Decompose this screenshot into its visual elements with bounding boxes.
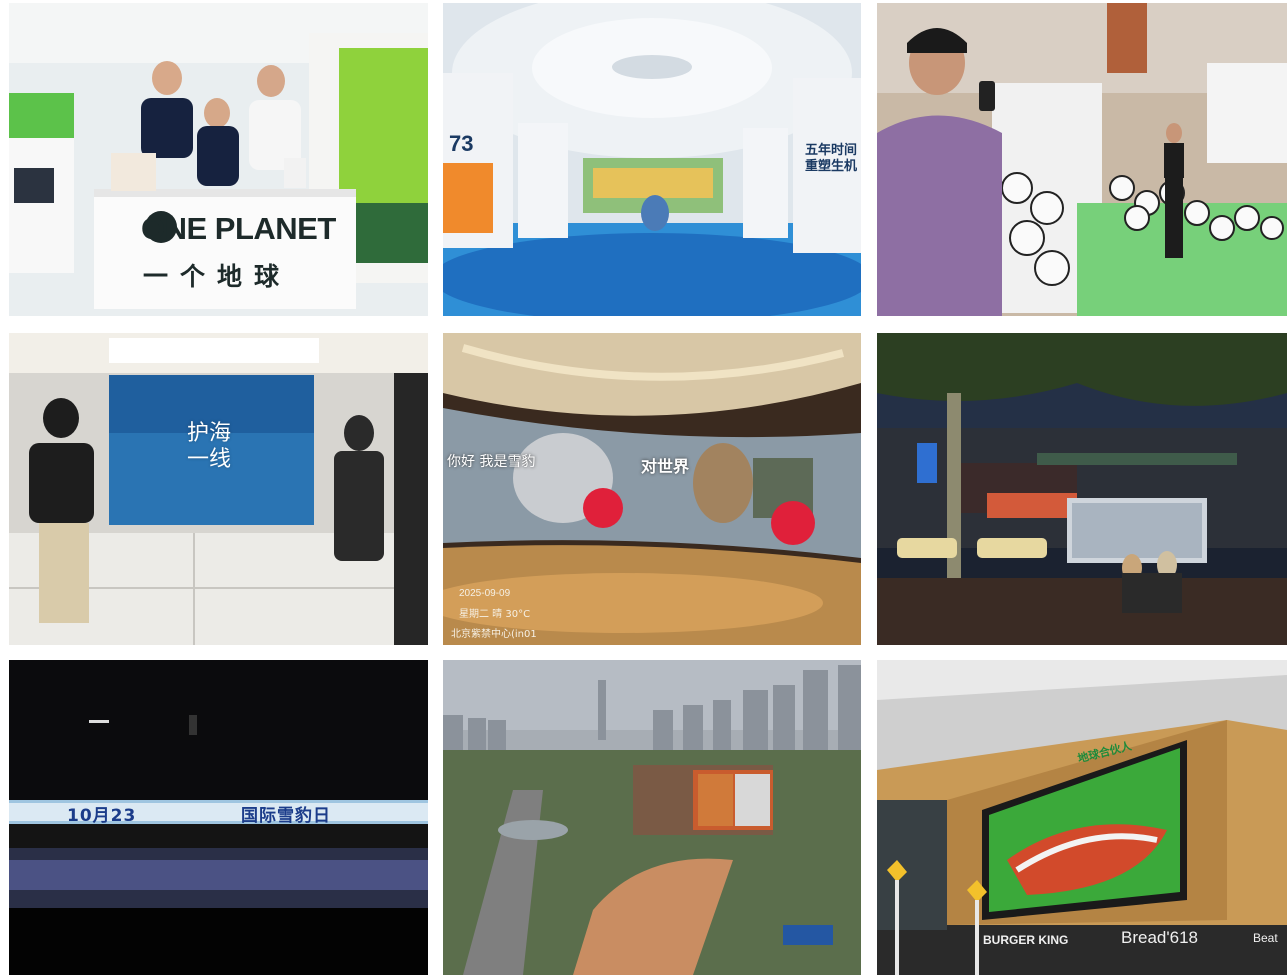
tile-exhibition-hall: 73 五年时间 重塑生机 bbox=[443, 3, 861, 316]
photo-grid: ONE PLANET 一个地球 73 五年时间 重塑生机 护海 一线 你好 我是… bbox=[0, 0, 1287, 975]
poster-text: 护海 一线 bbox=[187, 421, 232, 472]
store-sign-bread: Bread'618 bbox=[1121, 928, 1198, 947]
photo-weather: 星期二 晴 30°C bbox=[459, 609, 531, 620]
panel-text: 五年时间 重塑生机 bbox=[805, 143, 858, 174]
screen-world-text: 对世界 bbox=[641, 457, 690, 476]
photo-date: 2025-09-09 bbox=[459, 588, 511, 599]
stat-number: 73 bbox=[449, 131, 474, 156]
store-sign-partial: Beat bbox=[1253, 931, 1278, 945]
banner-title-cn: 一个地球 bbox=[143, 262, 292, 291]
tile-night-bus-stop bbox=[877, 333, 1287, 645]
store-sign-burger-king: BURGER KING bbox=[983, 933, 1069, 947]
photo-location: 北京紫禁中心(in01 bbox=[451, 629, 537, 640]
projection-event: 国际雪豹日 bbox=[241, 806, 331, 826]
tile-mall-billboard: 地球合伙人 BURGER KING Bread'618 Beat bbox=[877, 660, 1287, 975]
tile-one-planet-booth: ONE PLANET 一个地球 bbox=[9, 3, 428, 316]
tile-river-projection: 10月23 国际雪豹日 bbox=[9, 660, 428, 975]
projection-date: 10月23 bbox=[67, 806, 137, 826]
tile-city-plaza bbox=[443, 660, 861, 975]
tile-panda-installation bbox=[877, 3, 1287, 316]
tile-subway-platform: 护海 一线 bbox=[9, 333, 428, 645]
tile-curved-led-screen: 你好 我是雪豹 对世界 2025-09-09 星期二 晴 30°C 北京紫禁中心… bbox=[443, 333, 861, 645]
banner-title-en: ONE PLANET bbox=[141, 211, 336, 246]
screen-greeting: 你好 我是雪豹 bbox=[447, 454, 536, 470]
